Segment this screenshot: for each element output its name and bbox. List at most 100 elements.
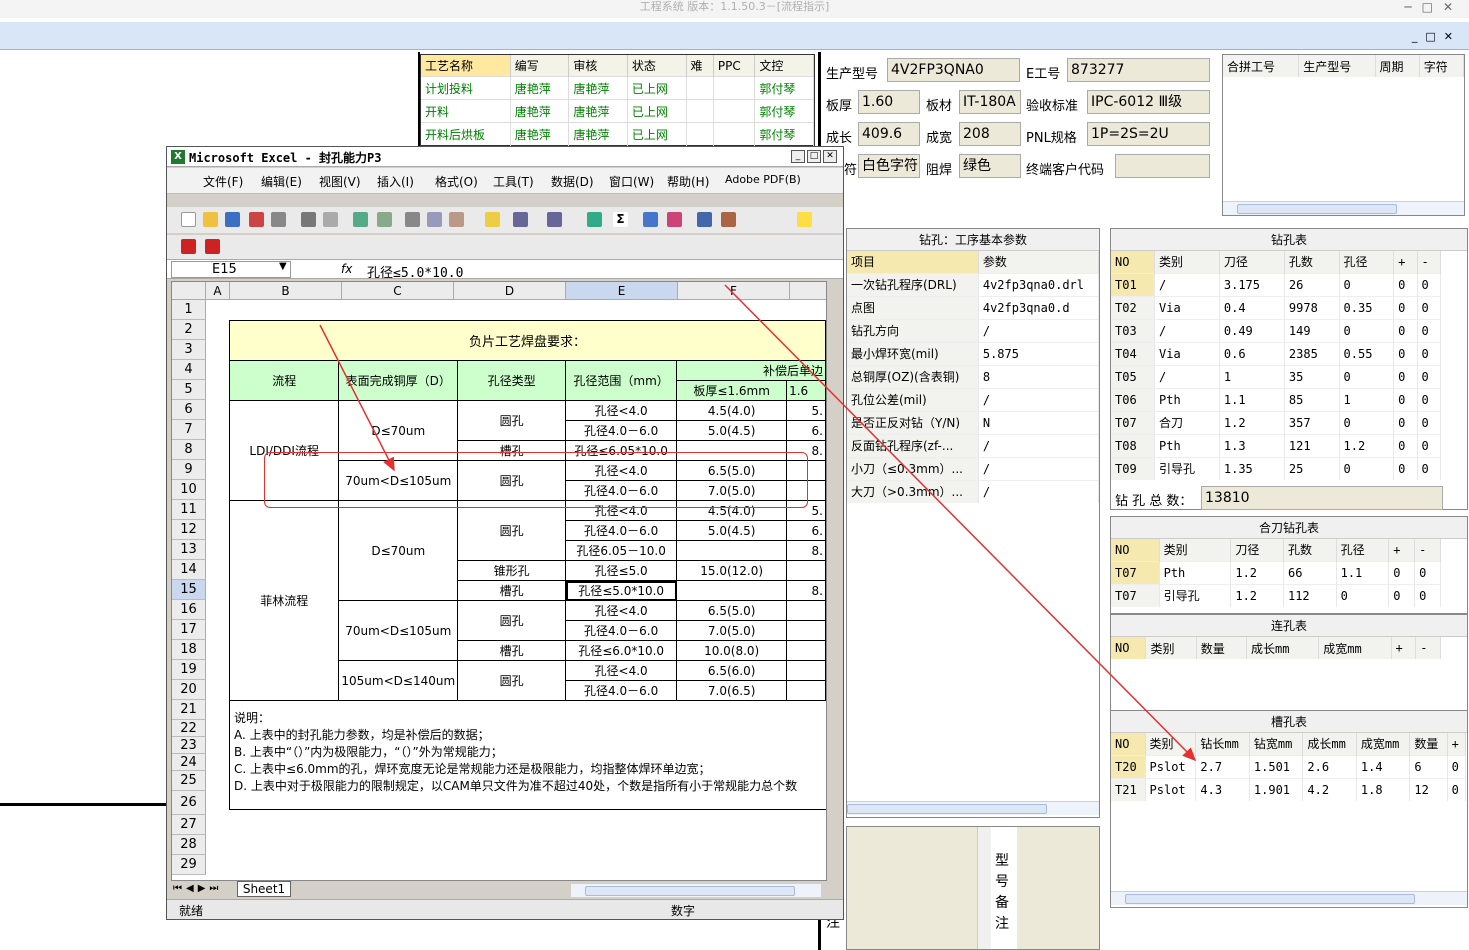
row-header[interactable]: 11 — [172, 500, 206, 520]
cell[interactable]: 孔径≤5.0 — [565, 560, 678, 581]
format-painter-icon[interactable] — [485, 212, 500, 227]
table-row[interactable]: 孔位公差(mil) / — [847, 387, 1100, 411]
h-holetype[interactable]: 孔径类型 — [457, 360, 567, 401]
table-row[interactable]: T07 引导孔 1.2 112 0 0 0 — [1111, 583, 1441, 607]
grid-header[interactable]: + — [1393, 251, 1418, 273]
grid-header[interactable]: 孔数 — [1283, 539, 1337, 561]
sheet-title[interactable]: 负片工艺焊盘要求： — [229, 320, 826, 361]
row-header[interactable]: 9 — [172, 460, 206, 480]
grid-header[interactable]: NO — [1111, 733, 1146, 755]
menu-edit[interactable]: 编辑(E) — [261, 173, 302, 190]
vertical-scrollbar[interactable] — [826, 282, 827, 881]
row-header[interactable]: 28 — [172, 835, 206, 855]
print-preview-icon[interactable] — [323, 212, 338, 227]
cell[interactable]: 8. — [786, 540, 826, 561]
grid-header[interactable]: 刀径 — [1219, 251, 1285, 273]
cell[interactable]: 孔径≤6.0*10.0 — [565, 640, 678, 661]
excel-window[interactable]: X Microsoft Excel - 封孔能力P3 _ □ ✕ 文件(F) 编… — [166, 146, 844, 920]
pdf-convert-icon[interactable] — [181, 239, 196, 254]
sort-desc-icon[interactable] — [667, 212, 682, 227]
menu-adobe-pdf[interactable]: Adobe PDF(B) — [725, 173, 801, 186]
h-flow[interactable]: 流程 — [228, 360, 340, 401]
combine-table[interactable]: 合拼工号 生产型号 周期 字符 — [1222, 54, 1465, 216]
fill-color-icon[interactable] — [797, 212, 812, 227]
end-customer-field[interactable] — [1115, 154, 1210, 178]
cell[interactable] — [786, 560, 826, 581]
row-header[interactable]: 23 — [172, 737, 206, 754]
width-field[interactable]: 208 — [959, 122, 1021, 146]
row-header[interactable]: 24 — [172, 754, 206, 771]
mdi-controls[interactable]: _□✕ — [1412, 30, 1461, 43]
table-row[interactable]: 反面钻孔程序(zf-... / — [847, 433, 1100, 457]
table-row[interactable]: T06 Pth 1.1 85 1 0 0 — [1111, 387, 1442, 411]
cell[interactable]: 4.5(4.0) — [676, 400, 788, 421]
row-header[interactable]: 22 — [172, 720, 206, 737]
redo-icon[interactable] — [547, 212, 562, 227]
h-copper[interactable]: 表面完成铜厚（D） — [338, 360, 459, 401]
process-header[interactable]: 状态 — [627, 55, 687, 77]
undo-icon[interactable] — [513, 212, 528, 227]
menu-insert[interactable]: 插入(I) — [377, 173, 414, 190]
cell[interactable] — [676, 580, 787, 601]
cell[interactable]: 孔径4.0－6.0 — [565, 420, 678, 441]
pdf-email-icon[interactable] — [205, 239, 220, 254]
table-row[interactable]: 开料 唐艳萍 唐艳萍 已上网 郭付琴 — [421, 99, 814, 123]
cell[interactable]: 10.0(8.0) — [676, 640, 788, 661]
row-header[interactable]: 8 — [172, 440, 206, 460]
formula-input[interactable]: 孔径≤5.0*10.0 — [367, 262, 463, 281]
feilin-flow[interactable]: 菲林流程 — [228, 500, 340, 701]
cell[interactable] — [786, 660, 826, 681]
combine-header[interactable]: 字符 — [1419, 55, 1465, 77]
col-header[interactable]: E — [566, 282, 678, 300]
horizontal-scrollbar[interactable] — [571, 883, 821, 897]
accept-field[interactable]: IPC-6012 Ⅲ级 — [1087, 90, 1210, 114]
row-header[interactable]: 25 — [172, 771, 206, 791]
paste-icon[interactable] — [449, 212, 464, 227]
cell[interactable] — [786, 640, 826, 661]
grid-header[interactable]: 成长mm — [1302, 733, 1357, 755]
process-header[interactable]: 工艺名称 — [421, 55, 511, 77]
col-header[interactable]: A — [206, 282, 230, 300]
grid-header[interactable]: 类别 — [1159, 539, 1232, 561]
grid-header[interactable]: 孔径 — [1336, 539, 1390, 561]
row-header[interactable]: 1 — [172, 300, 206, 320]
horizontal-scrollbar[interactable] — [1111, 891, 1467, 905]
length-field[interactable]: 409.6 — [858, 122, 920, 146]
table-row[interactable]: T08 Pth 1.3 121 1.2 0 0 — [1111, 433, 1442, 457]
tab-sheet1[interactable]: Sheet1 — [237, 881, 291, 897]
process-header[interactable]: 审核 — [568, 55, 628, 77]
grid-header[interactable]: - — [1414, 539, 1441, 561]
combine-header[interactable]: 合拼工号 — [1223, 55, 1300, 77]
hole-round[interactable]: 圆孔 — [457, 500, 567, 561]
cell[interactable] — [786, 620, 826, 641]
horizontal-scrollbar[interactable] — [847, 801, 1099, 815]
remarks-area[interactable] — [847, 827, 977, 949]
row-header[interactable]: 19 — [172, 660, 206, 680]
menu-help[interactable]: 帮助(H) — [667, 173, 709, 190]
grid-header[interactable]: + — [1388, 539, 1416, 561]
cut-icon[interactable] — [405, 212, 420, 227]
cell[interactable]: 孔径4.0－6.0 — [565, 620, 678, 641]
cell[interactable]: 6. — [786, 420, 826, 441]
cell[interactable]: 6. — [786, 520, 826, 541]
grid-header[interactable]: + — [1391, 637, 1417, 659]
row-header[interactable]: 15 — [172, 580, 206, 600]
open-icon[interactable] — [203, 212, 218, 227]
cell[interactable] — [676, 540, 787, 561]
table-row[interactable]: 一次钻孔程序(DRL) 4v2fp3qna0.drl — [847, 272, 1100, 296]
grid-header[interactable]: 成长mm — [1246, 637, 1320, 659]
row-header[interactable]: 17 — [172, 620, 206, 640]
table-row[interactable]: 钻孔方向 / — [847, 318, 1100, 342]
table-row[interactable]: 总铜厚(OZ)(含表铜) 8 — [847, 364, 1100, 388]
table-row[interactable]: 最小焊环宽(mil) 5.875 — [847, 341, 1100, 365]
process-table[interactable]: 工艺名称 编写 审核 状态 难 PPC 文控 计划投料 唐艳萍 唐艳萍 已上网 … — [420, 54, 815, 146]
email-icon[interactable] — [271, 212, 286, 227]
menu-format[interactable]: 格式(O) — [435, 173, 478, 190]
table-row[interactable]: 开料后烘板 唐艳萍 唐艳萍 已上网 郭付琴 — [421, 122, 814, 146]
prod-model-field[interactable]: 4V2FP3QNA0 — [887, 58, 1020, 82]
grid-header[interactable]: 孔径 — [1339, 251, 1395, 273]
cell[interactable]: 孔径<4.0 — [565, 600, 678, 621]
row-header[interactable]: 4 — [172, 360, 206, 380]
hole-round[interactable]: 圆孔 — [457, 600, 567, 641]
hyperlink-icon[interactable] — [587, 212, 602, 227]
